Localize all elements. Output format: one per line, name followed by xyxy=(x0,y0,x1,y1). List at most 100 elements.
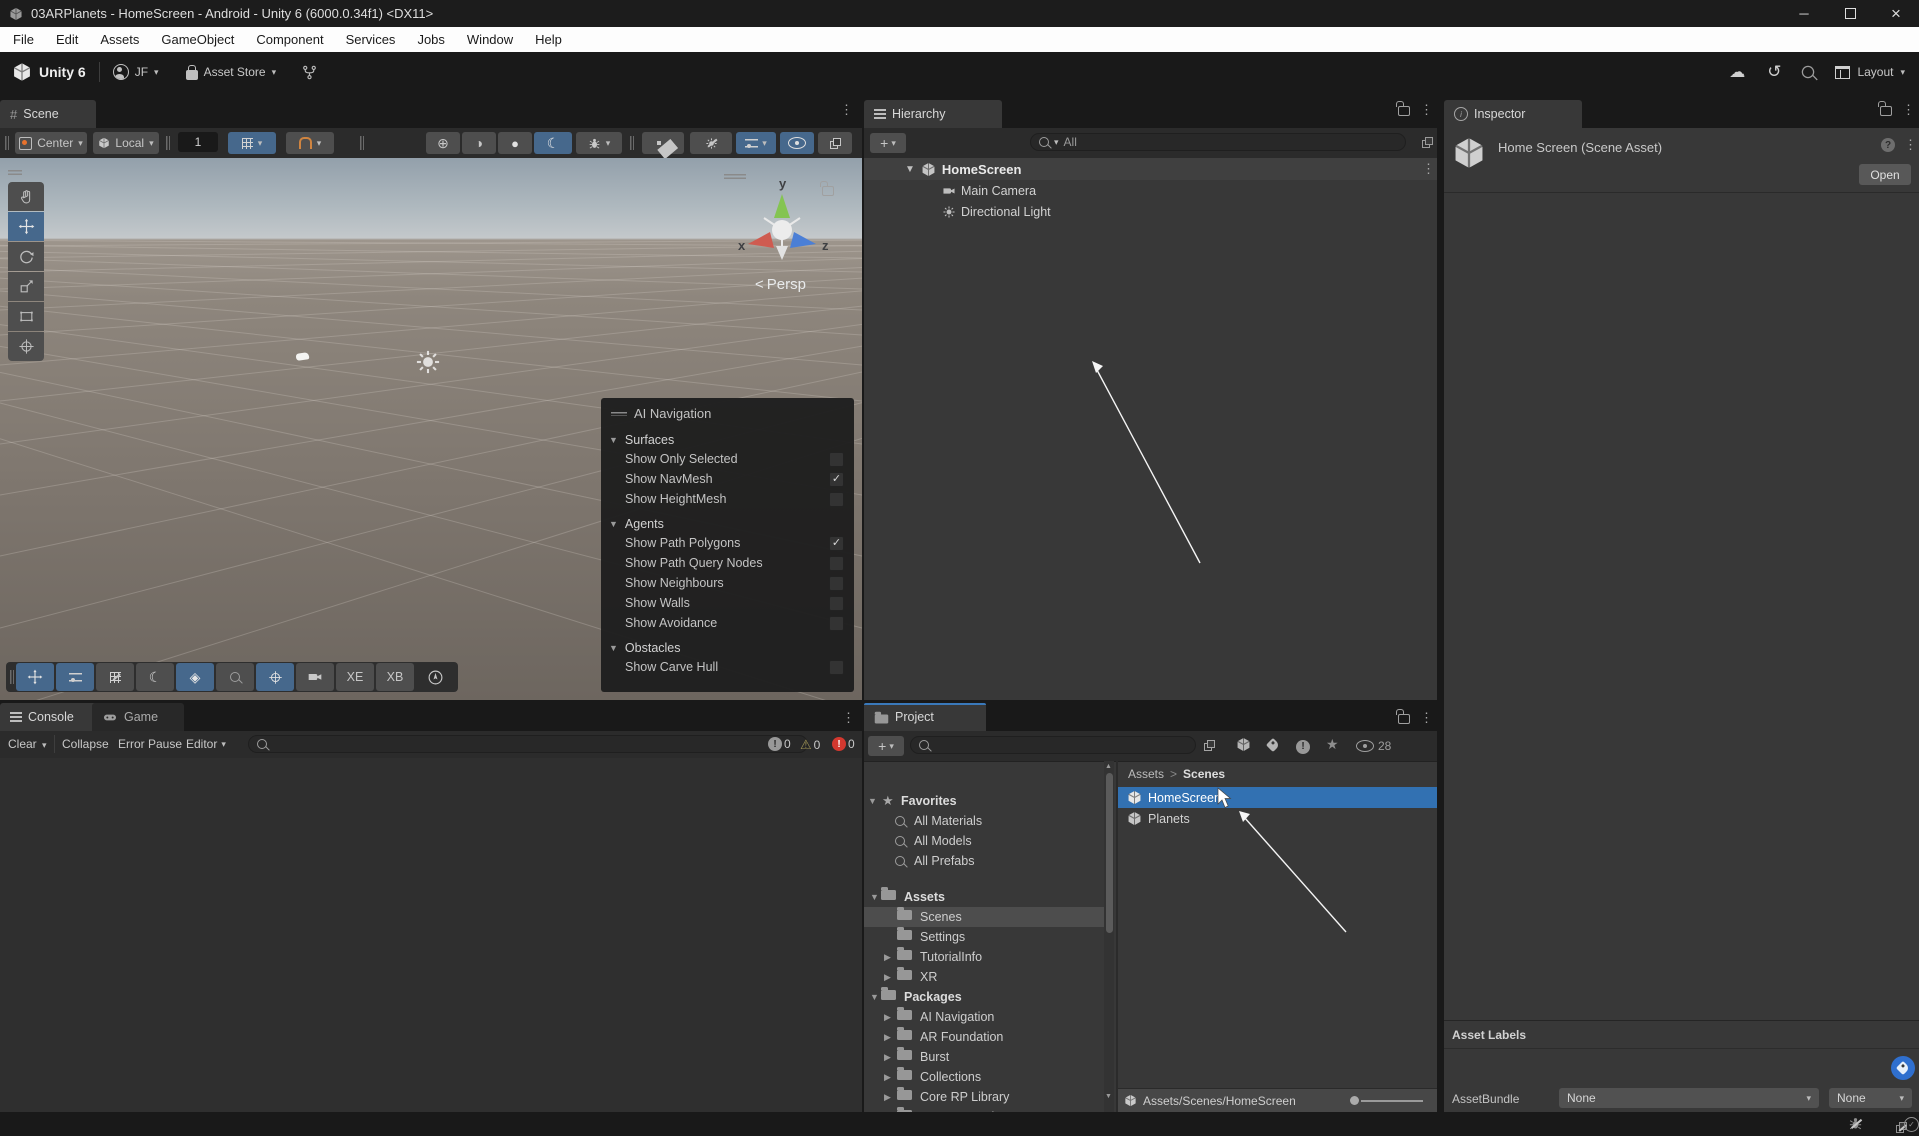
overlay-move-button[interactable] xyxy=(16,663,54,691)
project-tree-scrollbar[interactable]: ▲ ▼ xyxy=(1104,761,1114,1112)
overlay-tool-settings-button[interactable] xyxy=(56,663,94,691)
checkbox[interactable]: ✓ xyxy=(829,472,844,487)
breadcrumb-scenes[interactable]: Scenes xyxy=(1183,767,1225,781)
ainav-item-show-walls[interactable]: Show Walls xyxy=(601,593,854,613)
tab-scene[interactable]: # Scene xyxy=(0,100,96,128)
ainav-item-show-avoidance[interactable]: Show Avoidance xyxy=(601,613,854,633)
minimize-button[interactable]: ─ xyxy=(1781,0,1827,27)
scrollbar-thumb[interactable] xyxy=(1105,773,1113,933)
project-tree-row-collections[interactable]: ▶ Collections xyxy=(864,1067,1104,1087)
scene-visibility-toggle[interactable] xyxy=(780,132,814,154)
project-tree-row-all-models[interactable]: All Models xyxy=(864,831,1104,851)
account-menu[interactable]: JF ▾ xyxy=(112,64,159,80)
ainav-item-show-path-query-nodes[interactable]: Show Path Query Nodes xyxy=(601,553,854,573)
history-icon[interactable]: ↺ xyxy=(1767,62,1781,82)
project-file-planets[interactable]: Planets xyxy=(1118,808,1437,829)
foldout-closed-icon[interactable]: ▶ xyxy=(884,1032,891,1043)
hierarchy-root-row[interactable]: ▼ HomeScreen ⋮ xyxy=(864,158,1437,180)
overlay-lighting-button[interactable]: ☾ xyxy=(136,663,174,691)
help-icon[interactable]: ? xyxy=(1881,138,1895,152)
add-asset-button[interactable]: + ▾ xyxy=(868,736,904,756)
menu-item-window[interactable]: Window xyxy=(456,27,524,52)
project-tree-row-favorites[interactable]: ▼ ★ Favorites xyxy=(864,791,1104,811)
checkbox[interactable] xyxy=(829,596,844,611)
menu-item-help[interactable]: Help xyxy=(524,27,573,52)
row-kebab-icon[interactable]: ⋮ xyxy=(1422,161,1435,177)
lock-icon[interactable] xyxy=(1396,101,1410,116)
open-search-window-icon[interactable] xyxy=(1204,740,1215,754)
assetbundle-variant-select[interactable]: None ▾ xyxy=(1829,1088,1912,1108)
ainav-item-show-navmesh[interactable]: Show NavMesh ✓ xyxy=(601,469,854,489)
rect-tool[interactable] xyxy=(8,302,44,331)
open-button[interactable]: Open xyxy=(1859,164,1911,185)
project-tree-row-ar-foundation[interactable]: ▶ AR Foundation xyxy=(864,1027,1104,1047)
hierarchy-search-input[interactable]: ▾ All xyxy=(1030,133,1406,151)
collapse-button[interactable]: Collapse xyxy=(62,737,109,751)
project-tree-row-burst[interactable]: ▶ Burst xyxy=(864,1047,1104,1067)
search-icon[interactable] xyxy=(1802,65,1815,79)
scroll-up-icon[interactable]: ▲ xyxy=(1105,763,1112,770)
editor-dropdown[interactable]: Editor ▾ xyxy=(186,737,226,751)
layout-menu[interactable]: Layout ▾ xyxy=(1835,65,1905,79)
warning-count-toggle[interactable]: ⚠ 0 xyxy=(800,737,820,753)
grid-snapping-button[interactable]: ▾ xyxy=(228,132,276,154)
project-tree-row-all-prefabs[interactable]: All Prefabs xyxy=(864,851,1104,871)
clear-dropdown-icon[interactable]: ▾ xyxy=(42,741,47,750)
menu-item-services[interactable]: Services xyxy=(335,27,407,52)
menu-item-assets[interactable]: Assets xyxy=(89,27,150,52)
grid-size-input[interactable]: 1 xyxy=(178,132,218,152)
clear-button[interactable]: Clear xyxy=(8,737,37,751)
rotate-tool[interactable] xyxy=(8,242,44,271)
inspector-kebab-icon[interactable]: ⋮ xyxy=(1902,102,1915,118)
ainav-section-surfaces[interactable]: ▼ Surfaces xyxy=(601,425,854,449)
panel-divider[interactable] xyxy=(1437,92,1444,1112)
search-by-type-icon[interactable] xyxy=(1236,737,1251,752)
effects-muted-toggle[interactable] xyxy=(690,132,732,154)
cloud-icon[interactable]: ☁ xyxy=(1729,62,1745,82)
search-by-label-icon[interactable] xyxy=(1265,737,1281,753)
ainav-item-show-path-polygons[interactable]: Show Path Polygons ✓ xyxy=(601,533,854,553)
drag-handle[interactable] xyxy=(611,411,627,416)
project-tree-row-ai-navigation[interactable]: ▶ AI Navigation xyxy=(864,1007,1104,1027)
project-tree-row-tutorialinfo[interactable]: ▶ TutorialInfo xyxy=(864,947,1104,967)
hand-tool[interactable] xyxy=(8,182,44,211)
open-search-icon[interactable] xyxy=(1422,137,1433,151)
close-button[interactable]: × xyxy=(1873,0,1919,27)
ainav-item-show-carve-hull[interactable]: Show Carve Hull xyxy=(601,657,854,677)
project-tree-row-xr[interactable]: ▶ XR xyxy=(864,967,1104,987)
add-label-button[interactable] xyxy=(1891,1056,1915,1080)
status-ok-icon[interactable]: ✓ xyxy=(1904,1117,1919,1132)
assetbundle-select[interactable]: None ▾ xyxy=(1559,1088,1819,1108)
error-pause-button[interactable]: Error Pause xyxy=(118,737,182,751)
overlay-ai-navigation-button[interactable]: ◈ xyxy=(176,663,214,691)
layers-button[interactable] xyxy=(818,132,852,154)
overlay-xb-button[interactable]: XB xyxy=(376,663,414,691)
ainav-item-show-only-selected[interactable]: Show Only Selected xyxy=(601,449,854,469)
gizmo-lock-icon[interactable] xyxy=(820,181,834,196)
drag-handle[interactable] xyxy=(360,136,364,150)
orientation-button[interactable]: Local ▾ xyxy=(93,132,159,154)
asset-store-menu[interactable]: Asset Store ▾ xyxy=(185,64,276,80)
drag-handle[interactable] xyxy=(10,670,14,684)
snap-increment-button[interactable]: ▾ xyxy=(286,132,334,154)
project-tree-row-settings[interactable]: Settings xyxy=(864,927,1104,947)
ainav-section-obstacles[interactable]: ▼ Obstacles xyxy=(601,633,854,657)
audio-muted-toggle[interactable] xyxy=(642,132,684,154)
header-kebab-icon[interactable]: ⋮ xyxy=(1904,137,1917,153)
overlay-xe-button[interactable]: XE xyxy=(336,663,374,691)
transform-tool[interactable] xyxy=(8,332,44,361)
ainav-item-show-heightmesh[interactable]: Show HeightMesh xyxy=(601,489,854,509)
breadcrumb-assets[interactable]: Assets xyxy=(1128,767,1164,781)
search-by-importance-icon[interactable]: ! xyxy=(1296,738,1310,754)
foldout-icon[interactable]: ▼ xyxy=(905,164,915,175)
checkbox[interactable] xyxy=(829,616,844,631)
pivot-mode-button[interactable]: Center ▾ xyxy=(15,132,87,154)
foldout-open-icon[interactable]: ▼ xyxy=(868,796,877,806)
checkbox[interactable] xyxy=(829,452,844,467)
overlay-search-button[interactable] xyxy=(216,663,254,691)
drag-handle[interactable] xyxy=(166,136,170,150)
project-tree-row-assets[interactable]: ▼ Assets xyxy=(864,887,1104,907)
hierarchy-kebab-icon[interactable]: ⋮ xyxy=(1420,102,1433,118)
overlay-camera-button[interactable] xyxy=(296,663,334,691)
checkbox[interactable] xyxy=(829,492,844,507)
